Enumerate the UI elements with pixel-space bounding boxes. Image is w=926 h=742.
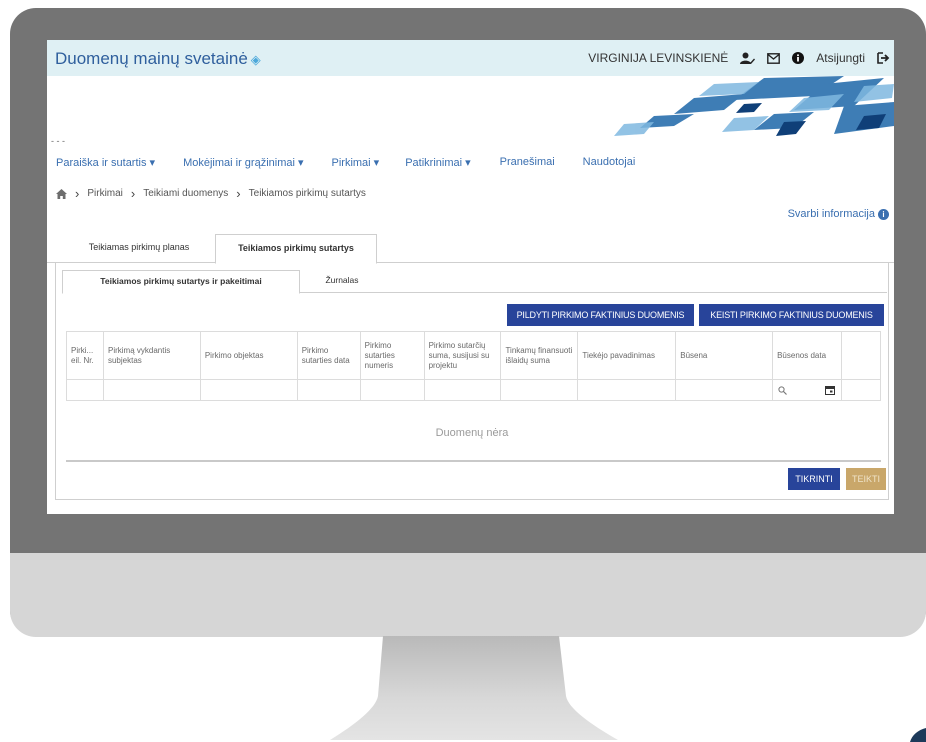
corner-decoration <box>910 728 926 742</box>
layers-icon: ◈ <box>250 52 261 67</box>
nav-item-mokejimai[interactable]: Mokėjimai ir grąžinimai ▾ <box>183 156 303 169</box>
column-header-empty <box>841 331 881 380</box>
filter-cell <box>841 379 881 401</box>
filter-cell[interactable] <box>675 379 773 401</box>
breadcrumb-item-teikiami[interactable]: Teikiami duomenys <box>143 188 228 199</box>
calendar-icon[interactable] <box>825 385 836 395</box>
edit-actual-data-button[interactable]: KEISTI PIRKIMO FAKTINIUS DUOMENIS <box>699 304 884 326</box>
nav-item-pranesimai[interactable]: Pranešimai <box>500 156 555 169</box>
column-header-busenos-data[interactable]: Būsenos data <box>772 331 842 380</box>
important-info-label: Svarbi informacija <box>787 208 875 220</box>
subtab-zurnalas[interactable]: Žurnalas <box>302 270 382 291</box>
breadcrumb-item-current: Teikiamos pirkimų sutartys <box>248 188 366 199</box>
nav-item-patikrinimai[interactable]: Patikrinimai ▾ <box>405 156 470 169</box>
important-info-link[interactable]: Svarbi informacija i <box>788 208 889 220</box>
date-filter-cell[interactable] <box>772 379 842 401</box>
user-name[interactable]: VIRGINIJA LEVINSKIENĖ <box>588 51 728 65</box>
filter-cell[interactable] <box>423 379 501 401</box>
site-title[interactable]: Duomenų mainų svetainė ◈ <box>55 49 261 69</box>
subtab-sutartys-pakeitimai[interactable]: Teikiamos pirkimų sutartys ir pakeitimai <box>62 270 300 294</box>
tab-pirkimu-planas[interactable]: Teikiamas pirkimų planas <box>71 234 207 261</box>
user-edit-icon[interactable] <box>740 52 756 64</box>
check-button[interactable]: TIKRINTI <box>788 468 840 490</box>
column-header-eil-nr[interactable]: Pirki... eil. Nr. <box>66 331 104 380</box>
monitor-stand <box>330 636 618 740</box>
envelope-icon[interactable] <box>767 52 781 64</box>
table-footer-divider <box>66 460 881 462</box>
main-tabs: Teikiamas pirkimų planas Teikiamos pirki… <box>47 234 894 264</box>
info-icon[interactable] <box>792 52 805 64</box>
breadcrumb: › Pirkimai › Teikiami duomenys › Teikiam… <box>56 186 366 201</box>
filter-cell[interactable] <box>296 379 361 401</box>
empty-state-message: Duomenų nėra <box>435 427 509 439</box>
info-icon: i <box>878 209 889 220</box>
column-header-tiekejo-pavadinimas[interactable]: Tiekėjo pavadinimas <box>577 331 676 380</box>
tab-panel: Teikiamos pirkimų sutartys ir pakeitimai… <box>55 262 889 500</box>
column-header-objektas[interactable]: Pirkimo objektas <box>199 331 298 380</box>
search-icon[interactable] <box>778 386 788 395</box>
filter-cell[interactable] <box>102 379 201 401</box>
logout-icon[interactable] <box>877 52 890 64</box>
chevron-right-icon: › <box>75 186 80 201</box>
top-bar: Duomenų mainų svetainė ◈ VIRGINIJA LEVINS… <box>47 40 894 76</box>
breadcrumb-item-pirkimai[interactable]: Pirkimai <box>87 188 123 199</box>
column-header-subjektas[interactable]: Pirkimą vykdantis subjektas <box>102 331 201 380</box>
sub-tabs: Teikiamos pirkimų sutartys ir pakeitimai… <box>62 270 887 294</box>
fill-actual-data-button[interactable]: PILDYTI PIRKIMO FAKTINIUS DUOMENIS <box>507 304 694 326</box>
home-icon[interactable] <box>56 188 67 199</box>
site-title-text: Duomenų mainų svetainė <box>55 49 248 68</box>
nav-item-naudotojai[interactable]: Naudotojai <box>583 156 636 169</box>
column-header-sutarties-data[interactable]: Pirkimo sutarties data <box>296 331 361 380</box>
user-area: VIRGINIJA LEVINSKIENĖ Atsijungti <box>588 51 890 65</box>
contracts-table: Pirki... eil. Nr. Pirkimą vykdantis subj… <box>66 331 881 401</box>
column-header-tinkamu-islaidu-suma[interactable]: Tinkamų finansuoti išlaidų suma <box>500 331 578 380</box>
nav-item-pirkimai[interactable]: Pirkimai ▾ <box>332 156 380 169</box>
chevron-right-icon: › <box>130 186 136 201</box>
filter-cell[interactable] <box>359 379 425 401</box>
chevron-right-icon: › <box>236 186 241 201</box>
logout-link[interactable]: Atsijungti <box>816 51 865 65</box>
column-header-sutarciu-suma[interactable]: Pirkimo sutarčių suma, susijusi su proje… <box>423 331 501 380</box>
decor-dash: - - - <box>51 136 65 146</box>
monitor-chin <box>10 553 926 637</box>
main-nav: Paraiška ir sutartis ▾ Mokėjimai ir grąž… <box>56 156 635 169</box>
nav-item-paraiska[interactable]: Paraiška ir sutartis ▾ <box>56 156 155 169</box>
filter-cell[interactable] <box>66 379 104 401</box>
column-header-sutarties-numeris[interactable]: Pirkimo sutarties numeris <box>359 331 425 380</box>
table-header-row: Pirki... eil. Nr. Pirkimą vykdantis subj… <box>66 331 881 380</box>
filter-cell[interactable] <box>577 379 676 401</box>
filter-cell[interactable] <box>199 379 298 401</box>
header-banner-graphic <box>614 76 894 136</box>
app-screen: Duomenų mainų svetainė ◈ VIRGINIJA LEVINS… <box>47 40 894 514</box>
submit-button[interactable]: TEIKTI <box>846 468 886 490</box>
filter-cell[interactable] <box>500 379 578 401</box>
column-header-busena[interactable]: Būsena <box>675 331 773 380</box>
tab-pirkimu-sutartys[interactable]: Teikiamos pirkimų sutartys <box>215 234 377 264</box>
table-filter-row <box>66 379 881 401</box>
